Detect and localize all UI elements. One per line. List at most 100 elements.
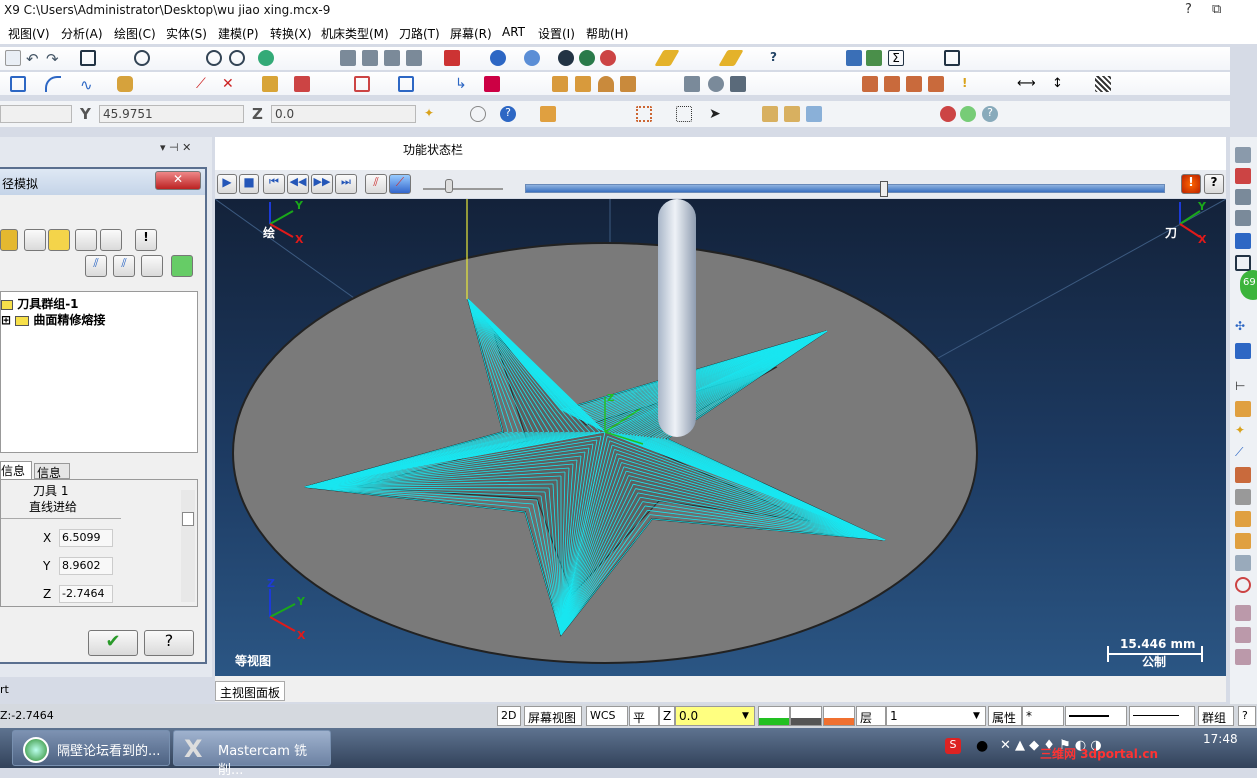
shaded-icon[interactable] (524, 50, 540, 66)
step-back-button[interactable]: ⫽ (85, 255, 107, 277)
dimension-h-icon[interactable]: ⟷ (1017, 76, 1036, 92)
contour-icon[interactable] (552, 76, 568, 92)
rectangle-icon[interactable] (10, 76, 26, 92)
panel-pin-icon[interactable]: ▾ ⊣ ✕ (160, 141, 191, 154)
misc-icon-r2[interactable] (1235, 627, 1251, 643)
trim-icon[interactable]: ⟋ (196, 76, 212, 92)
pocket-icon[interactable] (575, 76, 591, 92)
taskbar-item-mastercam[interactable]: X Mastercam 铣削... (173, 730, 331, 778)
dim-icon-r[interactable]: ⊢ (1235, 379, 1251, 395)
wrap-icon[interactable] (708, 76, 724, 92)
save-button[interactable] (171, 255, 193, 277)
level-button[interactable]: 层别 (856, 706, 886, 742)
menu-solids[interactable]: 实体(S) (166, 25, 207, 42)
speed-slider-thumb[interactable] (445, 179, 453, 193)
scale-icon[interactable] (354, 76, 370, 92)
ok-button[interactable]: ✔ (88, 630, 138, 656)
play-button[interactable]: ▶ (217, 174, 237, 194)
line-icon-r[interactable]: ⟋ (1235, 445, 1251, 461)
analyze-icon-r[interactable] (1235, 401, 1251, 417)
plane-button[interactable]: 平面 (629, 706, 659, 742)
window-select-icon[interactable] (636, 106, 652, 122)
mirror-icon[interactable] (398, 76, 414, 92)
groups-button[interactable]: 群组 (1198, 706, 1234, 726)
arc-icon[interactable] (45, 76, 61, 92)
tab-info-active[interactable]: 信息 (0, 461, 32, 479)
light-icon[interactable]: ! (962, 76, 978, 92)
drill-icon[interactable] (598, 76, 614, 92)
undo-icon[interactable]: ↶ (26, 50, 42, 68)
cube-icon-2[interactable] (1235, 168, 1251, 184)
zoom-out-icon[interactable] (206, 50, 222, 66)
zoom-in-icon[interactable] (229, 50, 245, 66)
surface-icon[interactable] (620, 76, 636, 92)
body-select-icon[interactable] (806, 106, 822, 122)
tab-main-viewsheet[interactable]: 主视图面板 (215, 681, 286, 701)
gray-icon-r[interactable] (1235, 489, 1251, 505)
holder-display-button[interactable] (24, 229, 46, 251)
statusbar-help-icon[interactable]: ? (1238, 706, 1256, 726)
light-icon-r[interactable]: ✦ (1235, 423, 1251, 439)
spline-icon[interactable]: ∿ (80, 76, 96, 94)
side-view-icon[interactable] (384, 50, 400, 66)
qq-icon[interactable]: ● (976, 738, 988, 754)
tool-display-button[interactable] (0, 229, 18, 251)
line-width-select[interactable] (1129, 706, 1195, 726)
sim-stop-icon[interactable]: ! (1181, 174, 1201, 194)
step-forward-button[interactable]: ⫽ (113, 255, 135, 277)
top-view-icon[interactable] (340, 50, 356, 66)
fit-screen-icon[interactable] (1235, 255, 1251, 271)
frame-icon[interactable] (944, 50, 960, 66)
zoom-window-icon[interactable] (134, 50, 150, 66)
line-style-icon[interactable] (654, 50, 680, 66)
endpoint-display-button[interactable] (75, 229, 97, 251)
offset-icon[interactable] (262, 76, 278, 92)
help-icon[interactable]: ? (500, 106, 516, 122)
transform-icon[interactable] (294, 76, 310, 92)
new-icon[interactable] (5, 50, 21, 66)
tree-item-group[interactable]: 刀具群组-1 (1, 295, 79, 312)
y-coordinate-field[interactable]: 45.9751 (99, 105, 244, 123)
material-icon[interactable] (600, 50, 616, 66)
grid-icon[interactable] (484, 76, 500, 92)
info-scrollbar[interactable] (181, 490, 195, 602)
menu-xform[interactable]: 转换(X) (270, 25, 312, 42)
level-field[interactable]: 1 (886, 706, 986, 726)
attributes-button[interactable]: 属性 (988, 706, 1022, 726)
fit-icon[interactable] (80, 50, 96, 66)
x-coordinate-field[interactable] (0, 105, 72, 123)
ime-icon[interactable]: S (945, 738, 961, 754)
quick-verify-button[interactable] (100, 229, 122, 251)
clock[interactable]: 17:48 (1203, 732, 1238, 746)
save-icon[interactable] (1235, 233, 1251, 249)
select-all-icon[interactable] (928, 76, 944, 92)
misc-icon-r3[interactable] (1235, 649, 1251, 665)
settings-icon[interactable] (846, 50, 862, 66)
point-style-select[interactable]: * (1022, 706, 1064, 726)
snap-icon-r[interactable]: ✣ (1235, 319, 1251, 335)
redo-icon[interactable]: ↷ (46, 50, 62, 68)
model-icon-r[interactable] (1235, 533, 1251, 549)
dialog-close-button[interactable]: ✕ (155, 171, 201, 190)
plane-icon[interactable] (444, 50, 460, 66)
backplot-icon[interactable] (884, 76, 900, 92)
menu-settings[interactable]: 设置(I) (538, 25, 575, 42)
iso-view-icon[interactable] (406, 50, 422, 66)
face-select-icon[interactable] (784, 106, 800, 122)
menu-toolpaths[interactable]: 刀路(T) (399, 25, 440, 42)
config-icon[interactable] (866, 50, 882, 66)
options-button[interactable]: ! (135, 229, 157, 251)
graphics-viewport[interactable]: 绘 Y X 刀 Y X Z Y X Z 等视图 15.446 mm 公制 (215, 199, 1226, 676)
taskbar-item-browser[interactable]: 隔壁论坛看到的... (12, 730, 170, 766)
post-icon[interactable] (906, 76, 922, 92)
step-back-button-sim[interactable]: ◀◀ (287, 174, 309, 194)
toolpath-icon[interactable]: ↳ (455, 76, 471, 92)
stop-select-icon[interactable] (940, 106, 956, 122)
screen-view-button[interactable]: 屏幕视图 (524, 706, 582, 726)
menu-model[interactable]: 建模(P) (218, 25, 259, 42)
rewind-button[interactable]: ⏮ (263, 174, 285, 194)
stop-button[interactable]: ■ (239, 174, 259, 194)
z-depth-dropdown-icon[interactable]: ▼ (742, 711, 749, 721)
z-coordinate-field[interactable]: 0.0 (271, 105, 416, 123)
menu-sketch[interactable]: 绘图(C) (114, 25, 156, 42)
